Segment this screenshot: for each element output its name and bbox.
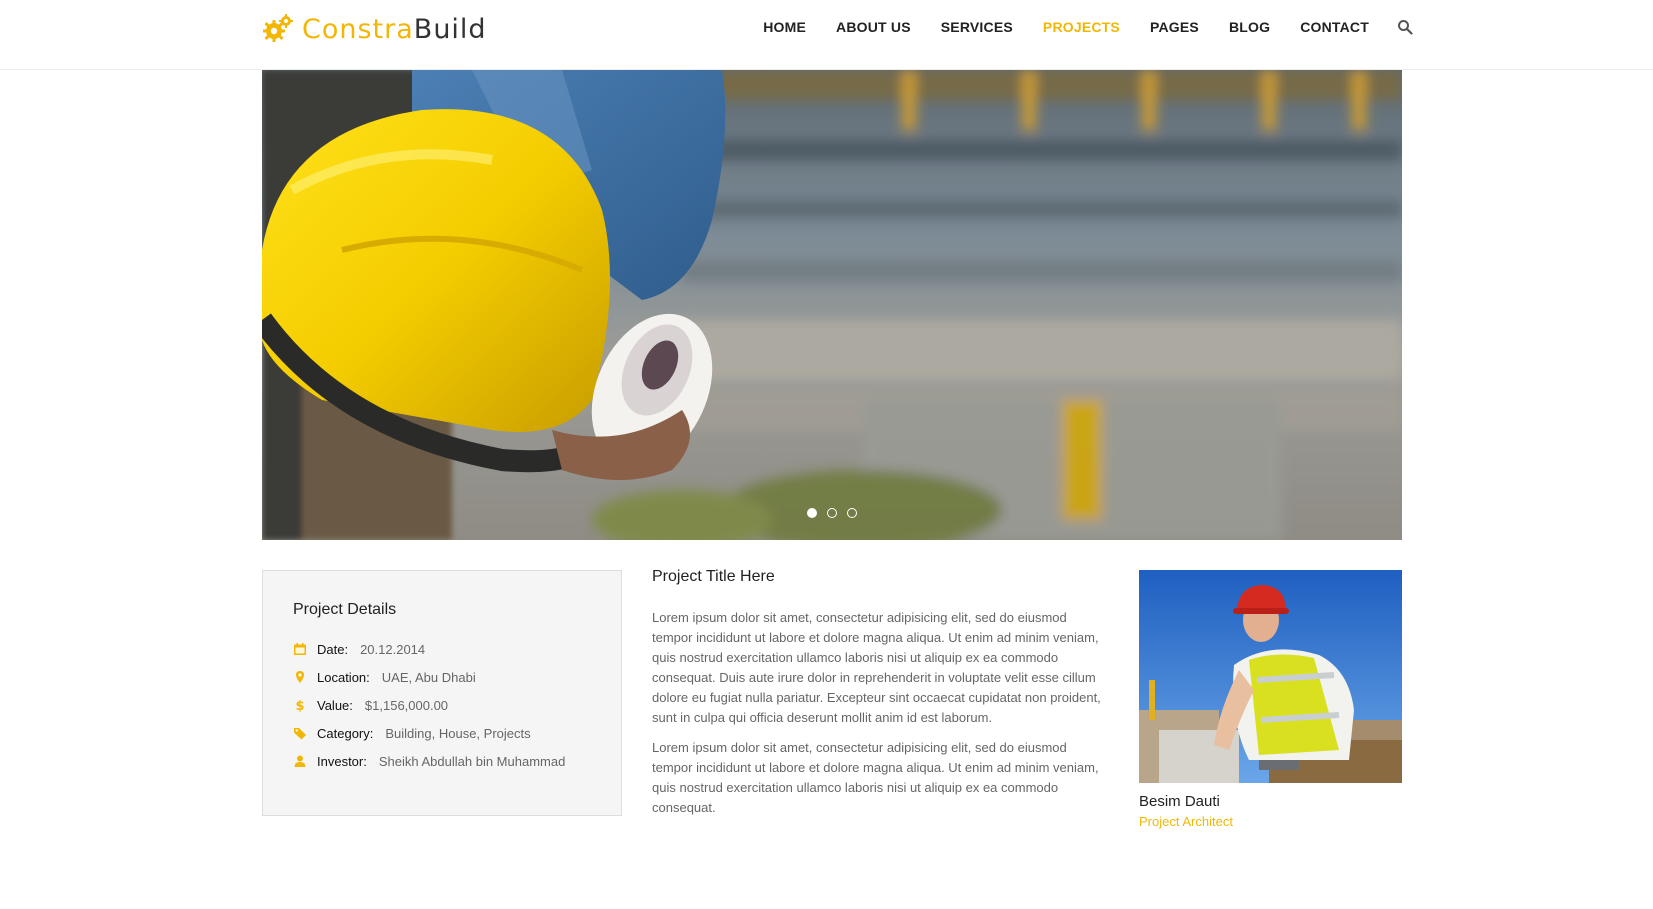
hero-image (262, 70, 1402, 540)
detail-value: $1,156,000.00 (364, 697, 449, 713)
detail-value: 20.12.2014 (360, 641, 426, 657)
svg-text:$: $ (295, 699, 304, 712)
detail-value: Building, House, Projects (385, 725, 531, 741)
hero-slider[interactable] (262, 70, 1402, 540)
nav-projects[interactable]: PROJECTS (1043, 19, 1120, 35)
main-nav: HOME ABOUT US SERVICES PROJECTS PAGES BL… (733, 19, 1413, 35)
project-description: Project Title Here Lorem ipsum dolor sit… (652, 568, 1107, 828)
site-header: ConstraBuild HOME ABOUT US SERVICES PROJ… (0, 0, 1653, 70)
slider-dot-3[interactable] (847, 508, 857, 518)
team-member-photo (1139, 570, 1402, 783)
detail-row-investor: Investor: Sheikh Abdullah bin Muhammad (293, 747, 591, 775)
nav-blog[interactable]: BLOG (1229, 19, 1270, 35)
detail-label: Category: (317, 725, 374, 741)
nav-home[interactable]: HOME (763, 19, 806, 35)
site-logo[interactable]: ConstraBuild (262, 12, 487, 46)
logo-text: ConstraBuild (302, 14, 487, 45)
detail-label: Location: (317, 669, 370, 685)
nav-contact[interactable]: CONTACT (1300, 19, 1369, 35)
logo-text-part2: Build (413, 13, 487, 45)
user-icon (294, 755, 306, 767)
detail-label: Date: (317, 641, 349, 657)
tag-icon (294, 728, 306, 740)
gears-logo-icon (263, 14, 293, 42)
project-details-title: Project Details (293, 601, 397, 618)
team-member-role: Project Architect (1139, 814, 1233, 829)
project-title: Project Title Here (652, 568, 775, 585)
slider-dot-1[interactable] (807, 508, 817, 518)
calendar-icon (294, 643, 306, 655)
slider-dots (262, 508, 1402, 518)
detail-row-category: Category: Building, House, Projects (293, 719, 591, 747)
logo-text-part1: Constra (302, 13, 414, 45)
map-marker-icon (296, 671, 304, 683)
team-member-name: Besim Dauti (1139, 793, 1220, 810)
detail-row-location: Location: UAE, Abu Dhabi (293, 663, 591, 691)
project-paragraph-2: Lorem ipsum dolor sit amet, consectetur … (652, 740, 1099, 815)
project-details-box: Project Details Date: 20.12.2014 Locatio… (262, 570, 622, 816)
detail-label: Investor: (317, 753, 367, 769)
dollar-icon: $ (295, 699, 304, 712)
project-paragraph-1: Lorem ipsum dolor sit amet, consectetur … (652, 610, 1101, 725)
detail-row-value: $ Value: $1,156,000.00 (293, 691, 591, 719)
nav-services[interactable]: SERVICES (941, 19, 1013, 35)
detail-label: Value: (317, 697, 353, 713)
nav-about-us[interactable]: ABOUT US (836, 19, 911, 35)
nav-pages[interactable]: PAGES (1150, 19, 1199, 35)
detail-value: UAE, Abu Dhabi (381, 669, 476, 685)
slider-dot-2[interactable] (827, 508, 837, 518)
detail-value: Sheikh Abdullah bin Muhammad (378, 753, 566, 769)
team-member-card: Besim Dauti Project Architect (1139, 570, 1402, 829)
search-icon[interactable] (1397, 19, 1413, 35)
detail-row-date: Date: 20.12.2014 (293, 635, 591, 663)
